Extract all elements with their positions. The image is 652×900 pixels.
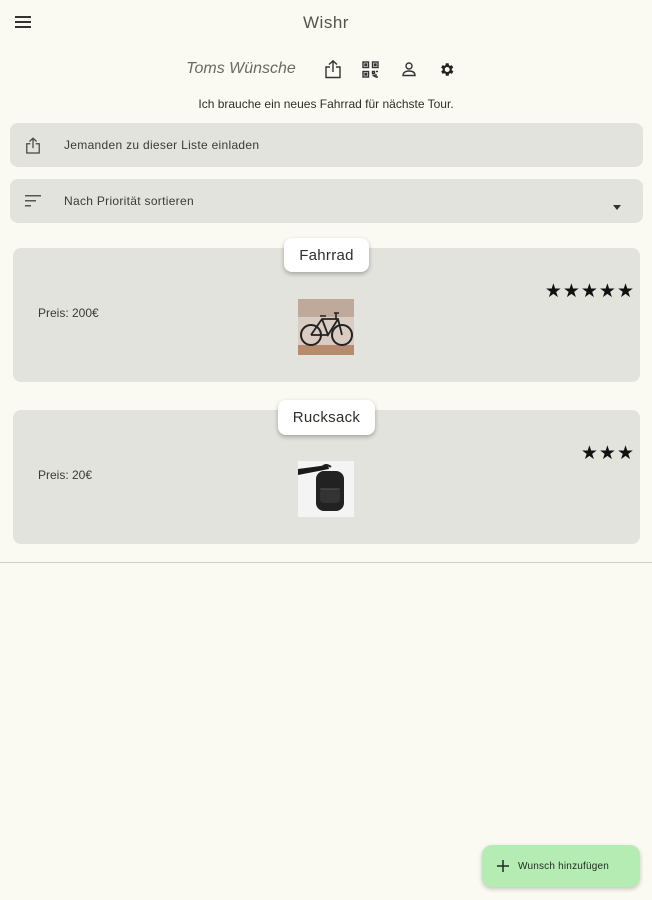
app-bar: Wishr: [0, 0, 652, 44]
sort-icon: [22, 190, 44, 212]
add-wish-label: Wunsch hinzufügen: [518, 860, 610, 872]
app-title: Wishr: [303, 13, 349, 32]
person-icon[interactable]: [395, 55, 423, 83]
priority-stars: ★★★: [580, 443, 635, 464]
sort-dropdown[interactable]: Nach Priorität sortieren: [10, 179, 643, 223]
share-icon[interactable]: [319, 55, 347, 83]
arrow-drop-down-icon: [613, 197, 621, 215]
bicycle-photo: [298, 299, 354, 355]
add-wish-button[interactable]: Wunsch hinzufügen: [482, 845, 640, 887]
invite-button[interactable]: Jemanden zu dieser Liste einladen: [10, 123, 643, 167]
wish-price: Preis: 20€: [38, 468, 93, 482]
backpack-photo: [298, 461, 354, 517]
list-title: Toms Wünsche: [186, 60, 296, 77]
plus-icon: [496, 859, 510, 873]
wish-title-rucksack: Rucksack: [278, 400, 375, 435]
priority-stars: ★★★★★: [544, 281, 635, 302]
wish-title-fahrrad: Fahrrad: [284, 238, 369, 272]
wish-price: Preis: 200€: [38, 306, 99, 320]
settings-icon[interactable]: [433, 55, 461, 83]
sort-label: Nach Priorität sortieren: [64, 194, 194, 208]
divider: [0, 562, 652, 563]
invite-label: Jemanden zu dieser Liste einladen: [64, 138, 260, 152]
qr-code-icon[interactable]: [357, 55, 385, 83]
list-description: Ich brauche ein neues Fahrrad für nächst…: [198, 97, 454, 111]
list-header: Toms Wünsche: [0, 55, 652, 83]
share-icon: [22, 134, 44, 156]
